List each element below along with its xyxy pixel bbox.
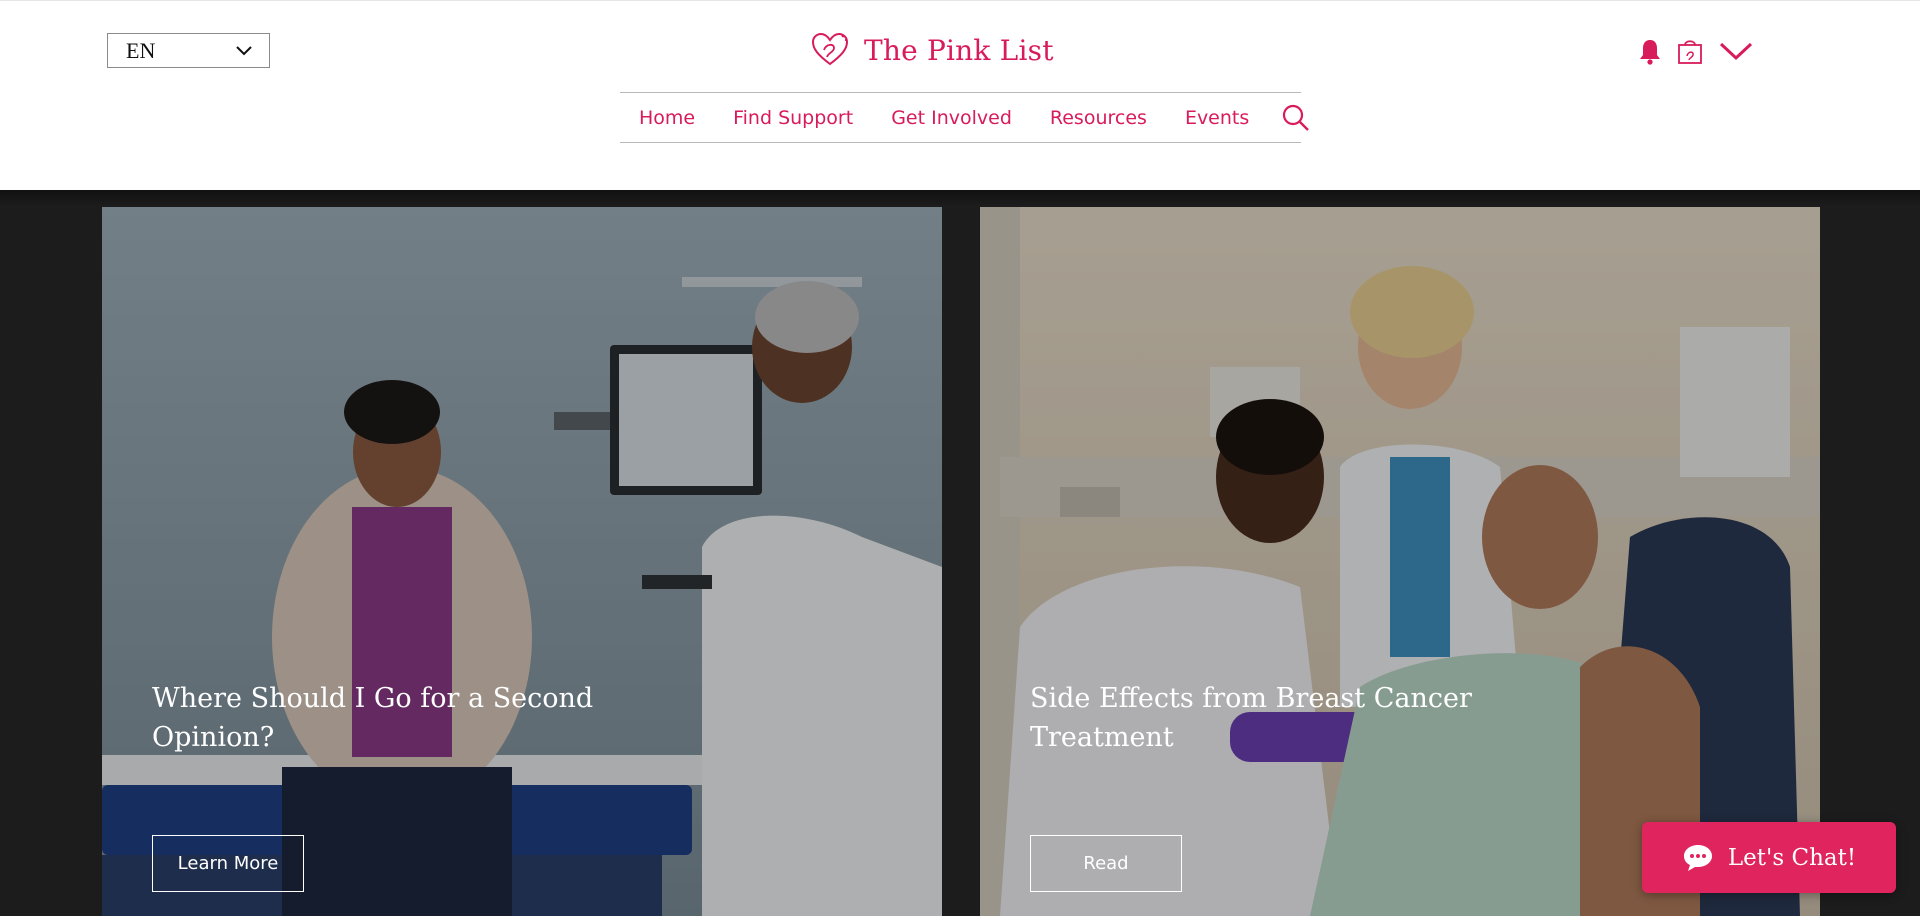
card-overlay [102,207,942,916]
shopping-bag-icon[interactable] [1676,37,1704,65]
language-value: EN [126,37,156,63]
chat-bubble-icon [1683,844,1712,871]
card-overlay [980,207,1820,916]
band-shadow [0,190,1920,206]
main-nav: Home Find Support Get Involved Resources… [620,92,1310,143]
nav-item-resources[interactable]: Resources [1050,107,1147,129]
bell-icon[interactable] [1638,37,1662,65]
brand[interactable]: The Pink List [810,27,1054,73]
read-button[interactable]: Read [1030,835,1182,892]
heart-logo-icon [811,32,849,66]
search-icon[interactable] [1281,103,1311,133]
chevron-down-icon [236,45,252,55]
nav-item-home[interactable]: Home [639,107,695,129]
brand-name: The Pink List [864,33,1054,67]
nav-item-events[interactable]: Events [1185,107,1249,129]
nav-item-find-support[interactable]: Find Support [733,107,853,129]
chat-label: Let's Chat! [1727,844,1857,871]
chat-button[interactable]: Let's Chat! [1642,822,1896,893]
learn-more-button[interactable]: Learn More [152,835,304,892]
card-title: Side Effects from Breast Cancer Treatmen… [1030,683,1472,753]
article-card: Where Should I Go for a Second Opinion? … [102,207,942,916]
header-icons [1638,33,1754,69]
chevron-down-icon[interactable] [1718,40,1754,62]
language-selector[interactable]: EN [107,33,270,68]
nav-item-get-involved[interactable]: Get Involved [891,107,1012,129]
site-header: EN The Pink List Home Find Support Get I… [0,0,1920,190]
card-title: Where Should I Go for a Second Opinion? [152,683,594,753]
article-card: Side Effects from Breast Cancer Treatmen… [980,207,1820,916]
